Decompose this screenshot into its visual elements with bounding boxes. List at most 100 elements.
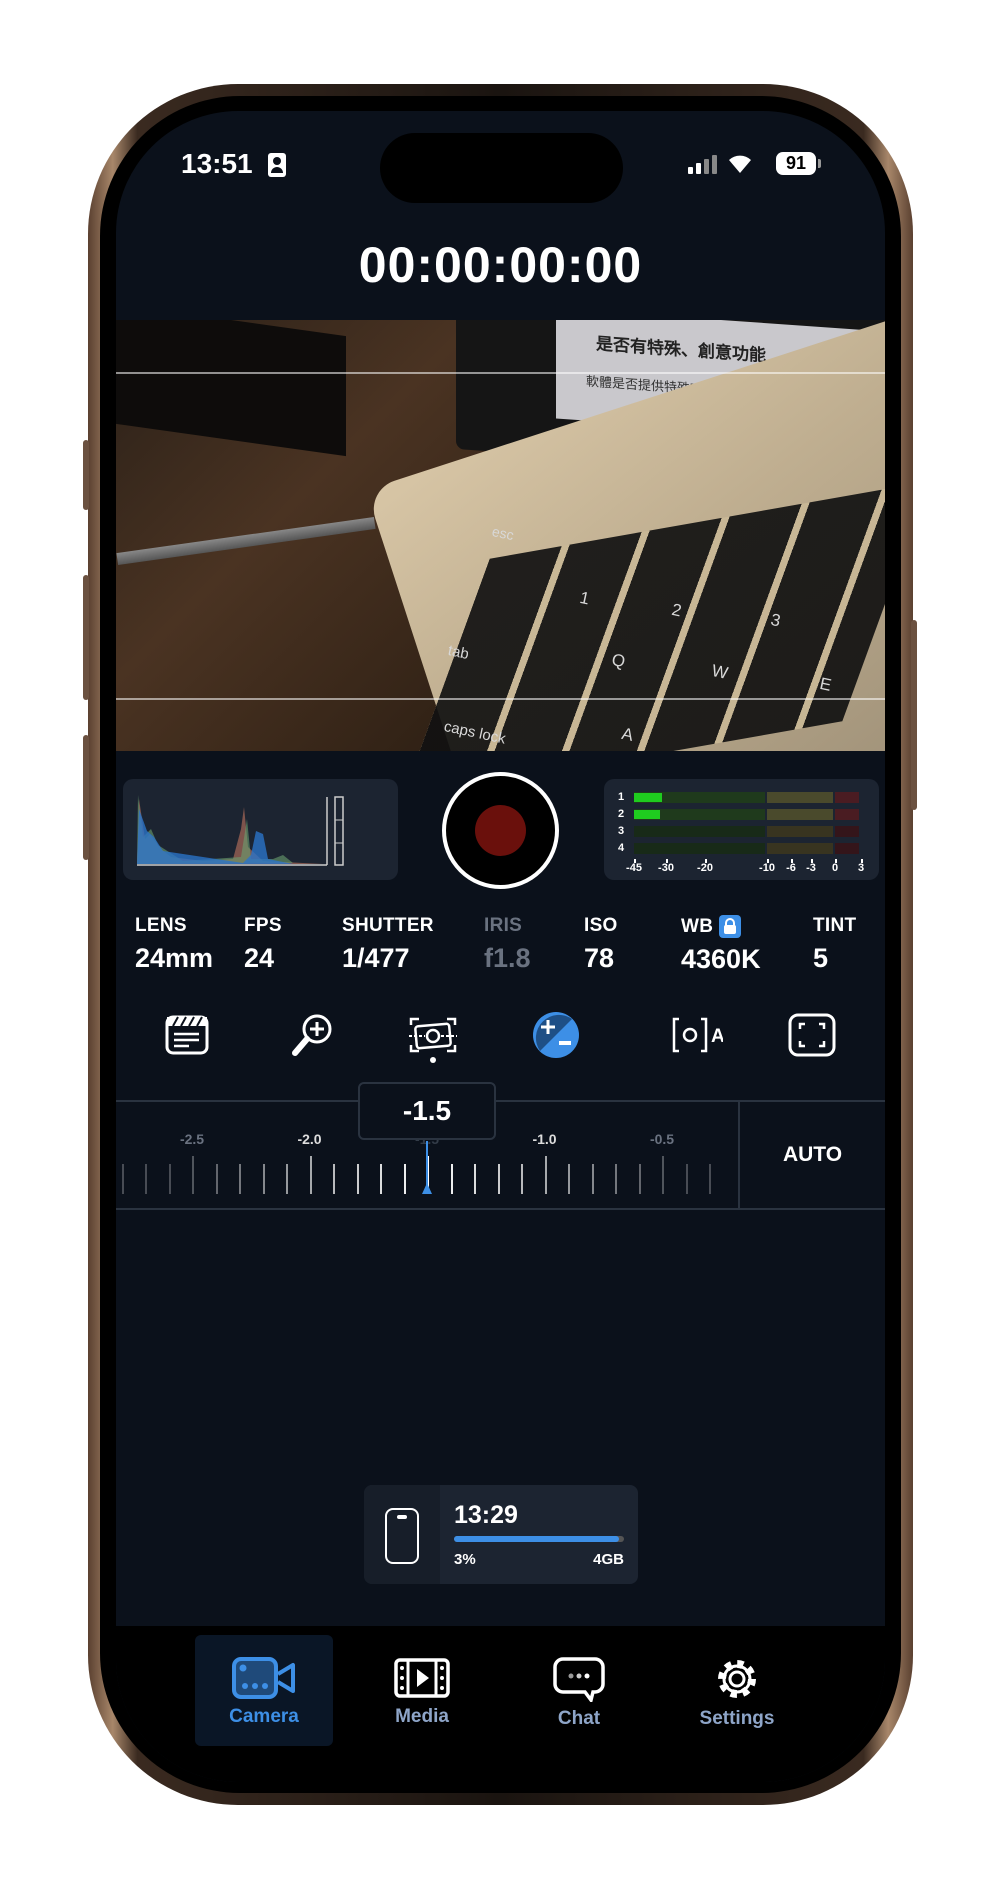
wifi-icon [729, 155, 751, 173]
frame-guide-icon[interactable] [786, 1011, 840, 1065]
lock-icon[interactable] [719, 915, 742, 938]
param-label: IRIS [484, 915, 523, 936]
camera-stabilize-icon[interactable] [407, 1011, 461, 1065]
meter-segment [835, 809, 859, 820]
exposure-compensation-icon[interactable] [530, 1011, 584, 1065]
tab-chat[interactable]: Chat [510, 1656, 648, 1730]
preview-heading: 是否有特殊、創意功能 [596, 334, 766, 366]
meter-segment [835, 826, 859, 837]
tab-settings[interactable]: Settings [668, 1656, 806, 1730]
param-iris[interactable]: IRIS f1.8 [484, 915, 531, 974]
meter-scale-label: -10 [759, 862, 775, 874]
dynamic-island [380, 133, 623, 203]
timecode: 00:00:00:00 [358, 237, 643, 293]
storage-card[interactable]: 13:29 3% 4GB [364, 1485, 638, 1584]
ruler-tick [239, 1164, 241, 1194]
ruler-tick [215, 1164, 218, 1194]
meter-scale-label: -30 [658, 862, 674, 874]
meter-segment [634, 843, 765, 854]
storage-capacity: 4GB [593, 1551, 624, 1568]
param-lens[interactable]: LENS 24mm [135, 915, 213, 974]
ruler-tick [286, 1164, 288, 1194]
param-value: f1.8 [484, 943, 531, 973]
ruler-tick [521, 1164, 523, 1194]
volume-up-button [83, 575, 89, 700]
param-fps[interactable]: FPS 24 [244, 915, 282, 974]
storage-bar [454, 1536, 624, 1542]
histogram[interactable] [123, 779, 398, 880]
ruler-tick [474, 1164, 476, 1194]
ruler-label: -1.0 [532, 1131, 557, 1147]
ruler-tick [356, 1164, 359, 1194]
meter-tick [791, 859, 793, 863]
time-remaining: 13:29 [454, 1501, 518, 1529]
meter-tick [811, 859, 813, 863]
tab-label: Camera [229, 1706, 299, 1727]
volume-down-button [83, 735, 89, 860]
param-label: FPS [244, 915, 282, 936]
ruler-tick [145, 1164, 147, 1194]
screen: 13:51 91 00:00:00:00 是否有特殊、創意功能 軟體是否提供特殊… [116, 111, 885, 1782]
tab-camera[interactable]: Camera [195, 1656, 333, 1728]
ruler-bottom-border [116, 1208, 885, 1210]
auto-focus-icon[interactable]: A [669, 1011, 723, 1065]
ruler-label: -2.0 [297, 1131, 322, 1147]
meter-scale-label: 0 [831, 862, 839, 874]
param-label: TINT [813, 915, 857, 936]
zoom-in-icon[interactable] [287, 1011, 341, 1065]
param-label: LENS [135, 915, 187, 936]
svg-text:A: A [711, 1026, 723, 1047]
chat-bubble-icon [553, 1657, 605, 1702]
exposure-value: -1.5 [358, 1082, 496, 1140]
camera-preview[interactable]: 是否有特殊、創意功能 軟體是否提供特殊功能如多鏡頭錄影、色彩 esc 1 2 3… [116, 320, 885, 751]
param-shutter[interactable]: SHUTTER 1/477 [342, 915, 434, 974]
clapper-icon[interactable] [161, 1011, 215, 1065]
histogram-blue [137, 809, 293, 864]
tab-label: Settings [699, 1708, 775, 1729]
frame-guide-bottom [116, 698, 885, 700]
ruler-tick [192, 1156, 194, 1194]
ruler-tick [591, 1164, 594, 1194]
meter-segment [767, 809, 833, 820]
ruler-tick [403, 1164, 406, 1194]
tab-label: Chat [557, 1708, 601, 1729]
param-value: 4360K [681, 944, 761, 974]
ruler-tick [309, 1156, 312, 1194]
meter-scale-label: 3 [857, 862, 865, 874]
meter-tick [767, 859, 769, 863]
record-dot [475, 805, 526, 856]
meter-tick [835, 859, 837, 863]
param-label: SHUTTER [342, 915, 434, 936]
meter-segment [767, 843, 833, 854]
meter-segment [835, 792, 859, 803]
meter-channel-label: 2 [618, 808, 625, 820]
status-time: 13:51 [181, 148, 253, 179]
param-tint[interactable]: TINT 5 [813, 915, 856, 974]
tab-media[interactable]: Media [353, 1656, 491, 1728]
ruler-tick [450, 1164, 453, 1194]
film-play-icon [394, 1658, 450, 1698]
ruler-tick [544, 1156, 547, 1194]
meter-tick [634, 859, 636, 863]
audio-meter: 1 2 3 4 -45 -30 -20 -10 -6 -3 0 3 [604, 779, 879, 880]
param-value: 24mm [135, 943, 214, 973]
ruler-tick [497, 1164, 500, 1194]
ruler-pointer-marker [422, 1183, 432, 1194]
ruler-tick [121, 1164, 124, 1194]
meter-scale-label: -3 [806, 862, 816, 874]
meter-level [634, 793, 662, 802]
meter-tick [705, 859, 707, 863]
meter-channel-label: 3 [618, 825, 625, 837]
param-iso[interactable]: ISO 78 [584, 915, 618, 974]
ruler-tick [615, 1164, 617, 1194]
auto-exposure-button[interactable]: AUTO [740, 1101, 885, 1208]
action-button [83, 440, 89, 510]
param-wb[interactable]: WB 4360K [681, 915, 761, 975]
ruler-tick [262, 1164, 265, 1194]
meter-tick [861, 859, 863, 863]
battery-indicator: 91 [776, 152, 816, 175]
gear-icon [718, 1660, 756, 1698]
meter-tick [666, 859, 668, 863]
cellular-signal-icon [688, 155, 717, 174]
record-button[interactable] [442, 772, 559, 889]
